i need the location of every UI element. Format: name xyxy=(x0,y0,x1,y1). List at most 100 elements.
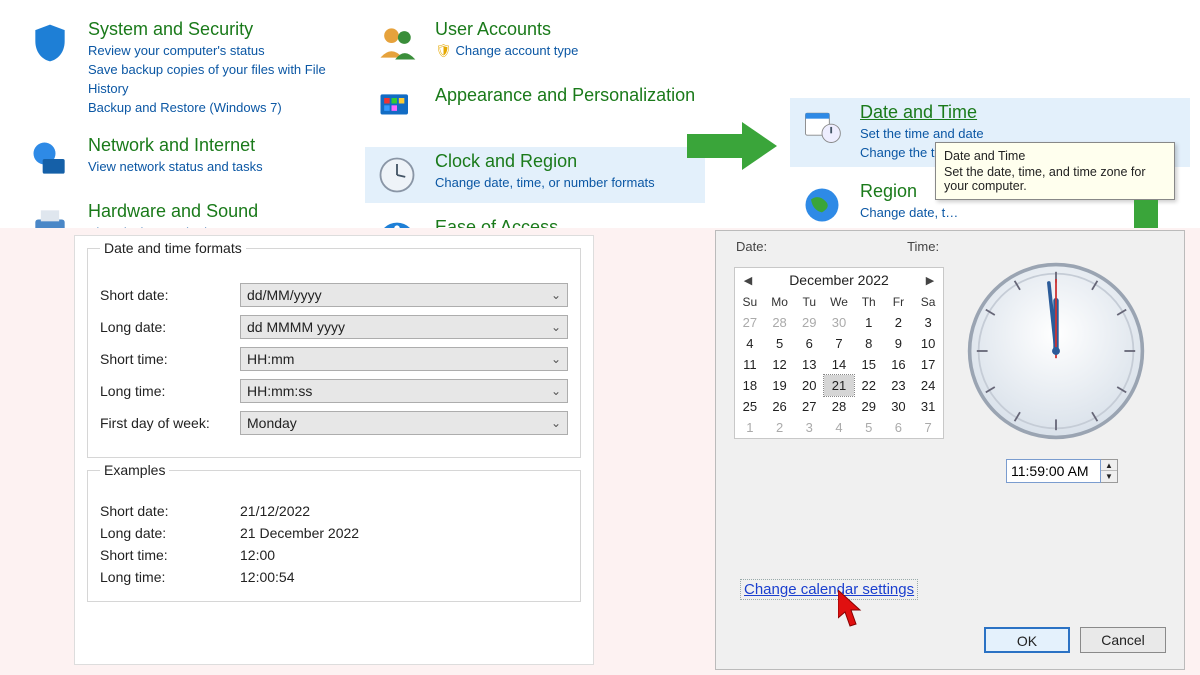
calendar-day[interactable]: 19 xyxy=(765,375,795,396)
format-combobox[interactable]: Monday xyxy=(240,411,568,435)
calendar-day[interactable]: 30 xyxy=(824,312,854,333)
category-heading[interactable]: Hardware and Sound xyxy=(88,201,258,222)
format-label: Long time: xyxy=(100,383,240,399)
category-heading[interactable]: Clock and Region xyxy=(435,151,655,172)
calendar-day[interactable]: 10 xyxy=(913,333,943,354)
category-heading[interactable]: Network and Internet xyxy=(88,135,263,156)
analog-clock xyxy=(966,261,1146,441)
globe-monitor-icon xyxy=(26,135,74,183)
calendar-day[interactable]: 2 xyxy=(884,312,914,333)
calendar-day[interactable]: 18 xyxy=(735,375,765,396)
calendar-day[interactable]: 28 xyxy=(824,396,854,417)
calendar-dow: We xyxy=(824,292,854,312)
cancel-button[interactable]: Cancel xyxy=(1080,627,1166,653)
category-link[interactable]: Review your computer's status xyxy=(88,42,340,61)
calendar-day[interactable]: 26 xyxy=(765,396,795,417)
format-combobox[interactable]: HH:mm xyxy=(240,347,568,371)
calendar-day[interactable]: 8 xyxy=(854,333,884,354)
example-value: 12:00:54 xyxy=(240,569,295,585)
clock-globe-icon xyxy=(373,151,421,199)
spin-up-icon[interactable]: ▲ xyxy=(1101,460,1117,471)
category-heading[interactable]: System and Security xyxy=(88,19,340,40)
format-label: First day of week: xyxy=(100,415,240,431)
calendar-day[interactable]: 29 xyxy=(854,396,884,417)
calendar-day[interactable]: 5 xyxy=(854,417,884,438)
category-link[interactable]: Change date, time, or number formats xyxy=(435,174,655,193)
calendar-day[interactable]: 13 xyxy=(794,354,824,375)
calendar-day[interactable]: 28 xyxy=(765,312,795,333)
category-system-and-security[interactable]: System and Security Review your computer'… xyxy=(18,15,348,121)
calendar-day[interactable]: 6 xyxy=(884,417,914,438)
format-label: Short date: xyxy=(100,287,240,303)
example-label: Long time: xyxy=(100,569,240,585)
calendar-day[interactable]: 22 xyxy=(854,375,884,396)
calendar-day[interactable]: 4 xyxy=(824,417,854,438)
calendar-day[interactable]: 9 xyxy=(884,333,914,354)
calendar-day[interactable]: 27 xyxy=(735,312,765,333)
cursor-pointer-icon xyxy=(838,590,868,630)
tooltip-body: Set the date, time, and time zone for yo… xyxy=(944,165,1146,193)
calendar-day[interactable]: 1 xyxy=(854,312,884,333)
people-icon xyxy=(373,19,421,67)
calendar-dow: Sa xyxy=(913,292,943,312)
calendar-day[interactable]: 30 xyxy=(884,396,914,417)
format-label: Short time: xyxy=(100,351,240,367)
calendar-day[interactable]: 5 xyxy=(765,333,795,354)
calendar-prev-icon[interactable]: ◀ xyxy=(741,274,755,287)
ok-button[interactable]: OK xyxy=(984,627,1070,653)
time-input[interactable] xyxy=(1006,459,1101,483)
category-link[interactable]: 🛡Change account type xyxy=(435,42,578,61)
format-combobox[interactable]: HH:mm:ss xyxy=(240,379,568,403)
calendar-dow: Tu xyxy=(794,292,824,312)
format-combobox[interactable]: dd MMMM yyyy xyxy=(240,315,568,339)
calendar-day[interactable]: 7 xyxy=(824,333,854,354)
calendar-day[interactable]: 17 xyxy=(913,354,943,375)
calendar-day[interactable]: 16 xyxy=(884,354,914,375)
category-network-and-internet[interactable]: Network and Internet View network status … xyxy=(18,131,348,187)
calendar-day[interactable]: 6 xyxy=(794,333,824,354)
calendar-day[interactable]: 29 xyxy=(794,312,824,333)
time-spinner[interactable]: ▲ ▼ xyxy=(1006,459,1118,483)
group-label: Date and time formats xyxy=(100,240,246,256)
calendar-day[interactable]: 1 xyxy=(735,417,765,438)
calendar-next-icon[interactable]: ▶ xyxy=(923,274,937,287)
change-calendar-settings-link[interactable]: Change calendar settings xyxy=(740,579,918,600)
format-combobox[interactable]: dd/MM/yyyy xyxy=(240,283,568,307)
tooltip-date-and-time: Date and Time Set the date, time, and ti… xyxy=(935,142,1175,200)
group-date-time-formats: Date and time formats Short date:dd/MM/y… xyxy=(87,248,581,458)
example-label: Long date: xyxy=(100,525,240,541)
category-link[interactable]: Change date, t… xyxy=(860,204,958,223)
calendar-day[interactable]: 27 xyxy=(794,396,824,417)
category-heading[interactable]: Date and Time xyxy=(860,102,987,123)
calendar-day[interactable]: 31 xyxy=(913,396,943,417)
calendar-day[interactable]: 14 xyxy=(824,354,854,375)
calendar-dow: Mo xyxy=(765,292,795,312)
category-link[interactable]: View network status and tasks xyxy=(88,158,263,177)
calendar-day[interactable]: 7 xyxy=(913,417,943,438)
calendar-day[interactable]: 23 xyxy=(884,375,914,396)
calendar-day[interactable]: 11 xyxy=(735,354,765,375)
calendar-day[interactable]: 3 xyxy=(913,312,943,333)
calendar-day[interactable]: 15 xyxy=(854,354,884,375)
category-link[interactable]: Backup and Restore (Windows 7) xyxy=(88,99,340,118)
spin-down-icon[interactable]: ▼ xyxy=(1101,471,1117,482)
calendar-day[interactable]: 4 xyxy=(735,333,765,354)
label-time: Time: xyxy=(907,239,939,254)
control-panel-region: System and Security Review your computer'… xyxy=(0,0,1200,228)
calendar-dow: Su xyxy=(735,292,765,312)
category-link[interactable]: Save backup copies of your files with Fi… xyxy=(88,61,340,99)
calendar[interactable]: ◀ December 2022 ▶ SuMoTuWeThFrSa27282930… xyxy=(734,267,944,439)
category-heading[interactable]: User Accounts xyxy=(435,19,578,40)
category-user-accounts[interactable]: User Accounts 🛡Change account type xyxy=(365,15,705,71)
calendar-day[interactable]: 24 xyxy=(913,375,943,396)
category-clock-and-region[interactable]: Clock and Region Change date, time, or nu… xyxy=(365,147,705,203)
example-label: Short date: xyxy=(100,503,240,519)
category-heading[interactable]: Appearance and Personalization xyxy=(435,85,695,106)
calendar-day[interactable]: 25 xyxy=(735,396,765,417)
calendar-day[interactable]: 12 xyxy=(765,354,795,375)
calendar-day[interactable]: 21 xyxy=(824,375,854,396)
calendar-day[interactable]: 2 xyxy=(765,417,795,438)
category-appearance-and-personalization[interactable]: Appearance and Personalization xyxy=(365,81,705,137)
calendar-day[interactable]: 20 xyxy=(794,375,824,396)
calendar-day[interactable]: 3 xyxy=(794,417,824,438)
